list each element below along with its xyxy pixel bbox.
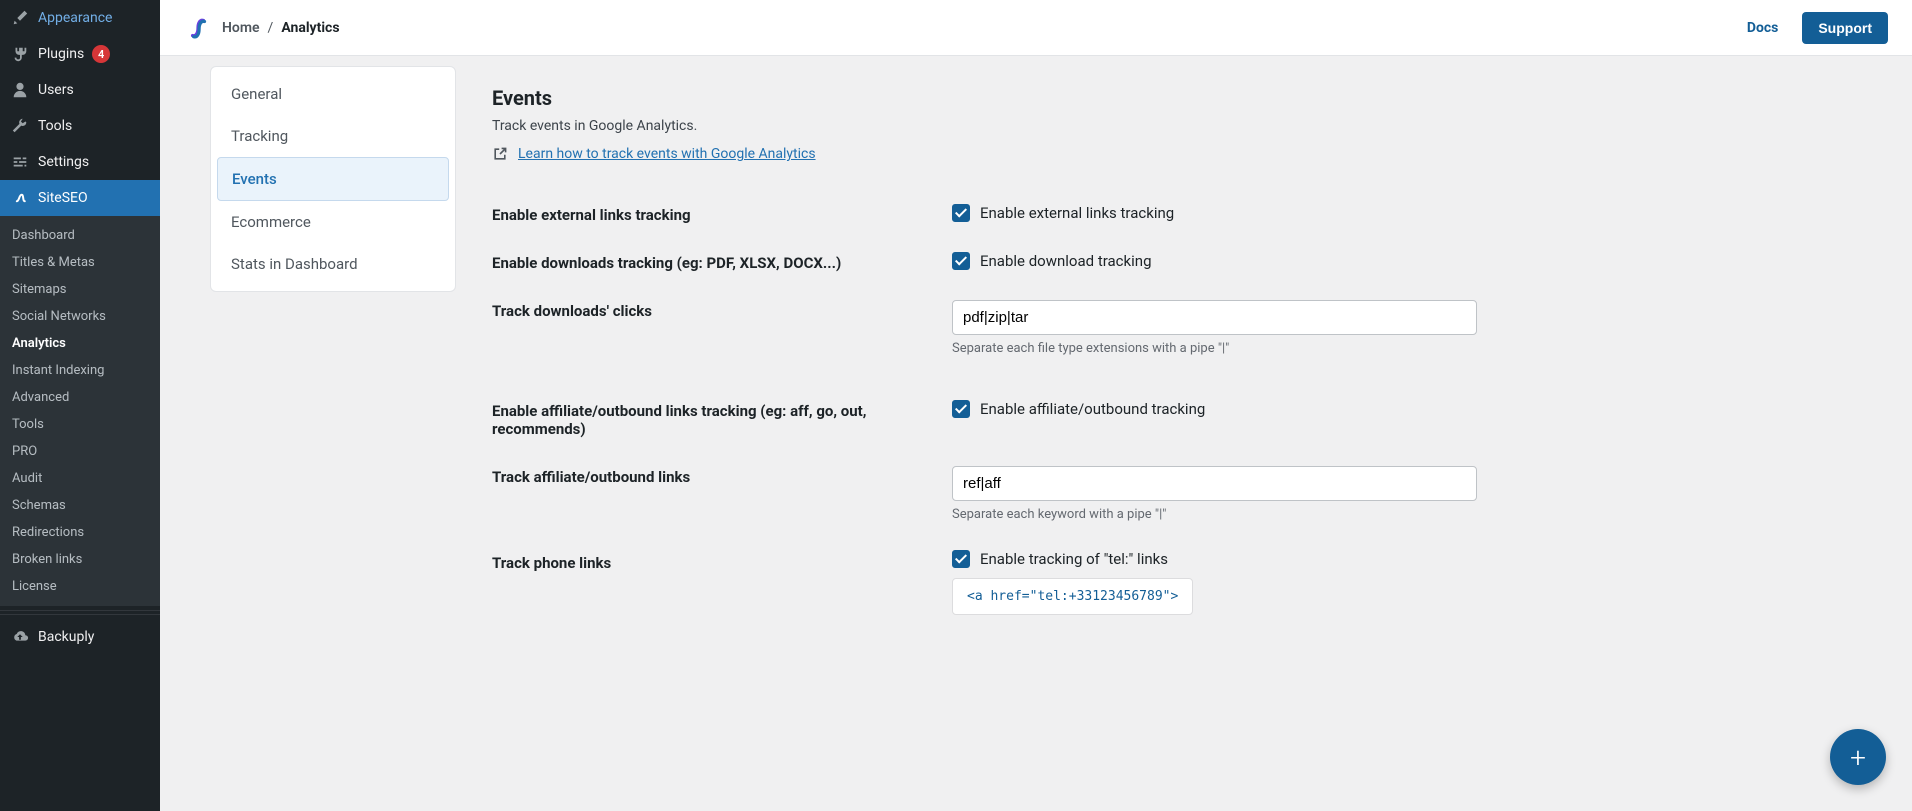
submenu-redirections[interactable]: Redirections — [0, 519, 160, 546]
submenu-audit[interactable]: Audit — [0, 465, 160, 492]
analytics-tabs: General Tracking Events Ecommerce Stats … — [210, 66, 456, 292]
sidebar-item-tools[interactable]: Tools — [0, 108, 160, 144]
sidebar-item-users[interactable]: Users — [0, 72, 160, 108]
breadcrumb-sep: / — [268, 20, 274, 36]
submenu-indexing[interactable]: Instant Indexing — [0, 357, 160, 384]
submenu-broken[interactable]: Broken links — [0, 546, 160, 573]
checkbox-label-affiliate: Enable affiliate/outbound tracking — [980, 400, 1205, 418]
checkbox-affiliate[interactable] — [952, 400, 970, 418]
submenu-advanced[interactable]: Advanced — [0, 384, 160, 411]
tab-events[interactable]: Events — [217, 157, 449, 201]
submenu-schemas[interactable]: Schemas — [0, 492, 160, 519]
input-track-affiliate[interactable] — [952, 466, 1477, 501]
sidebar-item-label: Settings — [38, 154, 89, 170]
tab-ecommerce[interactable]: Ecommerce — [217, 201, 449, 243]
field-label-phone: Track phone links — [492, 550, 952, 572]
hint-track-affiliate: Separate each keyword with a pipe "|" — [952, 507, 1862, 522]
field-label-track-downloads: Track downloads' clicks — [492, 300, 952, 320]
plugins-update-badge: 4 — [92, 45, 110, 63]
submenu-dashboard[interactable]: Dashboard — [0, 222, 160, 249]
sidebar-item-label: Users — [38, 82, 74, 98]
submenu-titles[interactable]: Titles & Metas — [0, 249, 160, 276]
field-label-downloads: Enable downloads tracking (eg: PDF, XLSX… — [492, 252, 952, 272]
wrench-icon — [10, 116, 30, 136]
submenu-sitemaps[interactable]: Sitemaps — [0, 276, 160, 303]
sidebar-item-label: Backuply — [38, 629, 94, 645]
events-panel: Events Track events in Google Analytics.… — [492, 66, 1862, 629]
tab-general[interactable]: General — [217, 73, 449, 115]
topbar: Home / Analytics Docs Support — [160, 0, 1912, 56]
sidebar-item-backuply[interactable]: Backuply — [0, 619, 160, 655]
checkbox-label-external-links: Enable external links tracking — [980, 204, 1174, 222]
siteseo-logo-icon — [184, 14, 212, 42]
submenu-pro[interactable]: PRO — [0, 438, 160, 465]
checkbox-row-affiliate[interactable]: Enable affiliate/outbound tracking — [952, 400, 1862, 418]
sidebar-item-label: Plugins — [38, 46, 84, 62]
field-label-external-links: Enable external links tracking — [492, 204, 952, 224]
sidebar-item-label: Tools — [38, 118, 72, 134]
checkbox-row-external-links[interactable]: Enable external links tracking — [952, 204, 1862, 222]
submenu-tools[interactable]: Tools — [0, 411, 160, 438]
sidebar-item-label: SiteSEO — [38, 190, 88, 206]
learn-events-label: Learn how to track events with Google An… — [518, 146, 816, 162]
breadcrumb-home[interactable]: Home — [222, 20, 260, 36]
support-button[interactable]: Support — [1802, 12, 1888, 44]
cloud-icon — [10, 627, 30, 647]
siteseo-icon — [10, 188, 30, 208]
sliders-icon — [10, 152, 30, 172]
checkbox-external-links[interactable] — [952, 204, 970, 222]
menu-separator — [0, 610, 160, 615]
brush-icon — [10, 8, 30, 28]
checkbox-row-phone[interactable]: Enable tracking of "tel:" links — [952, 550, 1862, 568]
wp-admin-sidebar: Appearance Plugins 4 Users Tools Setting… — [0, 0, 160, 811]
sidebar-item-appearance[interactable]: Appearance — [0, 0, 160, 36]
checkbox-downloads[interactable] — [952, 252, 970, 270]
user-icon — [10, 80, 30, 100]
panel-title: Events — [492, 86, 1862, 110]
phone-code-example: <a href="tel:+33123456789"> — [952, 578, 1193, 615]
sidebar-item-siteseo[interactable]: SiteSEO — [0, 180, 160, 216]
sidebar-item-plugins[interactable]: Plugins 4 — [0, 36, 160, 72]
submenu-analytics[interactable]: Analytics — [0, 330, 160, 357]
plug-icon — [10, 44, 30, 64]
docs-link[interactable]: Docs — [1747, 20, 1779, 36]
tab-tracking[interactable]: Tracking — [217, 115, 449, 157]
sidebar-item-label: Appearance — [38, 10, 112, 26]
checkbox-row-downloads[interactable]: Enable download tracking — [952, 252, 1862, 270]
external-link-icon — [492, 146, 508, 162]
submenu-social[interactable]: Social Networks — [0, 303, 160, 330]
checkbox-label-downloads: Enable download tracking — [980, 252, 1152, 270]
siteseo-submenu: Dashboard Titles & Metas Sitemaps Social… — [0, 216, 160, 606]
submenu-license[interactable]: License — [0, 573, 160, 600]
learn-events-link[interactable]: Learn how to track events with Google An… — [492, 146, 816, 162]
hint-track-downloads: Separate each file type extensions with … — [952, 341, 1862, 356]
tab-stats[interactable]: Stats in Dashboard — [217, 243, 449, 285]
breadcrumb: Home / Analytics — [222, 20, 340, 36]
checkbox-label-phone: Enable tracking of "tel:" links — [980, 550, 1168, 568]
field-label-track-affiliate: Track affiliate/outbound links — [492, 466, 952, 486]
fab-add-button[interactable]: + — [1830, 729, 1886, 785]
field-label-affiliate: Enable affiliate/outbound links tracking… — [492, 400, 952, 438]
input-track-downloads[interactable] — [952, 300, 1477, 335]
checkbox-phone[interactable] — [952, 550, 970, 568]
breadcrumb-current: Analytics — [281, 20, 339, 36]
sidebar-item-settings[interactable]: Settings — [0, 144, 160, 180]
panel-desc: Track events in Google Analytics. — [492, 118, 1862, 134]
